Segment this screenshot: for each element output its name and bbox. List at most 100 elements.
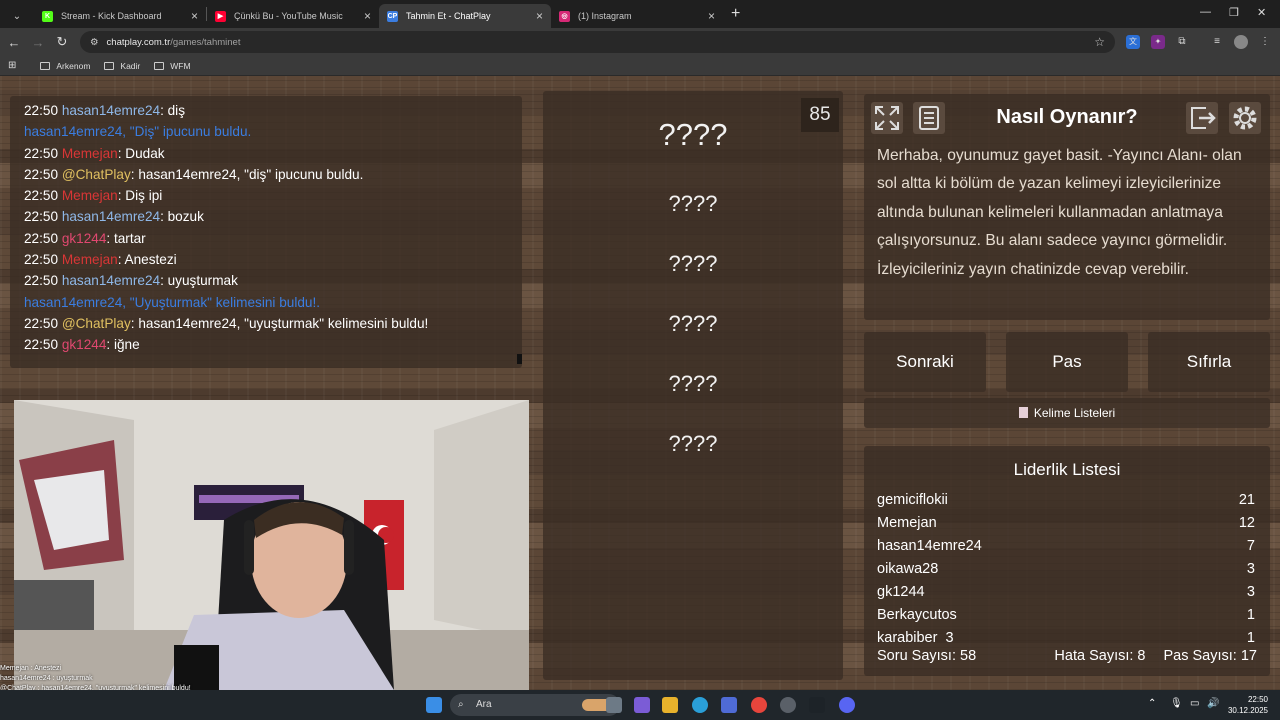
- close-window-icon[interactable]: ✕: [1257, 6, 1266, 19]
- chat-scrollbar[interactable]: [517, 354, 522, 364]
- new-tab-button[interactable]: +: [731, 5, 740, 23]
- how-to-play-panel: Nasıl Oynanır? Merhaba, oyunumuz gayet b…: [864, 94, 1270, 320]
- chrome-icon[interactable]: [751, 697, 767, 713]
- tray-chevron-icon[interactable]: ⌃: [1148, 698, 1156, 709]
- how-to-play-title: Nasıl Oynanır?: [996, 106, 1138, 128]
- message-time: 22:50: [24, 273, 59, 289]
- reset-button[interactable]: Sıfırla: [1148, 332, 1270, 392]
- player-name: karabiber_3: [877, 630, 954, 642]
- forward-icon[interactable]: →: [26, 35, 50, 50]
- search-icon: ⌕: [458, 699, 464, 710]
- player-name: gk1244: [877, 584, 925, 600]
- store-icon[interactable]: [721, 697, 737, 713]
- next-button[interactable]: Sonraki: [864, 332, 986, 392]
- extensions-puzzle-icon[interactable]: ⧉: [1175, 35, 1189, 49]
- overlay-chat-line: Memejan : Anestezi: [0, 665, 62, 672]
- browser-tab[interactable]: CP Tahmin Et - ChatPlay ×: [379, 4, 551, 28]
- back-icon[interactable]: ←: [2, 35, 26, 50]
- minimize-icon[interactable]: —: [1200, 6, 1211, 18]
- app-icon[interactable]: [780, 697, 796, 713]
- chat-message: 22:50 gk1244: iğne: [24, 334, 508, 355]
- close-tab-icon[interactable]: ×: [708, 9, 715, 23]
- word-lists-button[interactable]: Kelime Listeleri: [864, 398, 1270, 428]
- message-text: : iğne: [106, 337, 140, 353]
- hidden-clue-word: ????: [668, 431, 718, 456]
- player-score: 1: [1246, 630, 1255, 642]
- message-user[interactable]: hasan14emre24: [62, 103, 160, 118]
- tab-title: (1) Instagram: [578, 11, 632, 21]
- bookmark-folder[interactable]: Arkenom: [40, 61, 90, 71]
- chat-message: 22:50 @ChatPlay: hasan14emre24, "uyuştur…: [24, 313, 508, 334]
- leaderboard-row: gk1244 3: [877, 584, 1255, 600]
- message-user[interactable]: Memejan: [62, 146, 118, 161]
- message-user[interactable]: hasan14emre24: [62, 273, 160, 288]
- discord-icon[interactable]: [839, 697, 855, 713]
- volume-icon[interactable]: 🔊: [1207, 698, 1219, 709]
- close-tab-icon[interactable]: ×: [191, 9, 198, 23]
- copilot-icon[interactable]: [634, 697, 650, 713]
- taskbar-search-placeholder: Ara: [476, 699, 492, 710]
- maximize-icon[interactable]: ❐: [1229, 6, 1239, 19]
- message-user[interactable]: hasan14emre24: [62, 209, 160, 224]
- profile-avatar-icon[interactable]: [1234, 35, 1248, 49]
- tab-search-button[interactable]: ⌄: [6, 6, 28, 26]
- message-user[interactable]: @ChatPlay: [62, 167, 131, 182]
- close-tab-icon[interactable]: ×: [536, 9, 543, 23]
- message-text: : tartar: [106, 230, 146, 246]
- file-explorer-icon[interactable]: [662, 697, 678, 713]
- chat-message: 22:50 Memejan: Diş ipi: [24, 185, 508, 206]
- close-tab-icon[interactable]: ×: [364, 9, 371, 23]
- pass-count: Pas Sayısı: 17: [1163, 648, 1258, 664]
- chat-message: 22:50 hasan14emre24: bozuk: [24, 206, 508, 227]
- url-path: /games/tahminet: [170, 36, 241, 48]
- message-user[interactable]: gk1244: [62, 231, 107, 246]
- windows-start-icon[interactable]: [426, 697, 442, 713]
- microphone-icon[interactable]: 🎙: [1170, 698, 1183, 709]
- player-score: 7: [1246, 538, 1255, 554]
- kick-app-icon[interactable]: [809, 697, 825, 713]
- message-user[interactable]: @ChatPlay: [62, 316, 131, 331]
- system-message-text: hasan14emre24, "Diş" ipucunu buldu.: [24, 124, 252, 140]
- pass-button[interactable]: Pas: [1006, 332, 1128, 392]
- taskbar-search[interactable]: ⌕ Ara: [450, 694, 620, 716]
- reading-list-icon[interactable]: ≡: [1210, 35, 1224, 49]
- chat-message: 22:50 gk1244: tartar: [24, 228, 508, 249]
- reload-icon[interactable]: ↻: [50, 34, 74, 50]
- message-time: 22:50: [24, 188, 59, 204]
- site-info-icon[interactable]: ⚙: [90, 37, 99, 48]
- address-bar[interactable]: ⚙ chatplay.com.tr/games/tahminet ☆: [80, 31, 1115, 53]
- apps-grid-icon[interactable]: ⊞: [8, 60, 16, 71]
- translate-icon[interactable]: 文: [1126, 35, 1140, 49]
- message-text: : hasan14emre24, "diş" ipucunu buldu.: [130, 166, 364, 182]
- hidden-words-panel: 85 ???? ????????????????????: [543, 91, 843, 680]
- leaderboard-panel: Liderlik Listesi gemiciflokii 21 Memejan 12…: [864, 446, 1270, 676]
- message-text: : Anestezi: [117, 252, 177, 268]
- message-text: : Dudak: [117, 145, 165, 161]
- display-icon[interactable]: ▭: [1190, 698, 1199, 709]
- message-user[interactable]: Memejan: [62, 188, 118, 203]
- message-time: 22:50: [24, 337, 59, 353]
- bookmark-folder[interactable]: WFM: [154, 61, 191, 71]
- browser-tab[interactable]: ◎ (1) Instagram ×: [551, 4, 723, 28]
- bookmark-label: Kadir: [120, 60, 141, 71]
- clock-time: 22:50: [1247, 695, 1268, 704]
- message-user[interactable]: Memejan: [62, 252, 118, 267]
- browser-menu-icon[interactable]: ⋮: [1258, 35, 1272, 49]
- player-score: 21: [1238, 492, 1255, 508]
- hidden-clue-word: ????: [668, 191, 718, 216]
- bookmark-star-icon[interactable]: ☆: [1094, 35, 1105, 49]
- browser-tab[interactable]: K Stream - Kick Dashboard ×: [34, 4, 206, 28]
- browser-tab[interactable]: ▶ Çünkü Bu - YouTube Music ×: [207, 4, 379, 28]
- extension-icon[interactable]: ✦: [1151, 35, 1165, 49]
- bookmark-folder[interactable]: Kadir: [104, 61, 140, 71]
- taskbar-clock[interactable]: 22:50 30.12.2025: [1228, 694, 1268, 716]
- leaderboard-row: karabiber_3 1: [877, 630, 1255, 642]
- player-name: Berkaycutos: [877, 607, 957, 623]
- message-text: : uyuşturmak: [160, 273, 238, 289]
- message-user[interactable]: gk1244: [62, 337, 107, 352]
- folder-icon: [104, 61, 115, 70]
- message-time: 22:50: [24, 145, 59, 161]
- edge-icon[interactable]: [692, 697, 708, 713]
- message-time: 22:50: [24, 230, 59, 246]
- task-view-icon[interactable]: [606, 697, 622, 713]
